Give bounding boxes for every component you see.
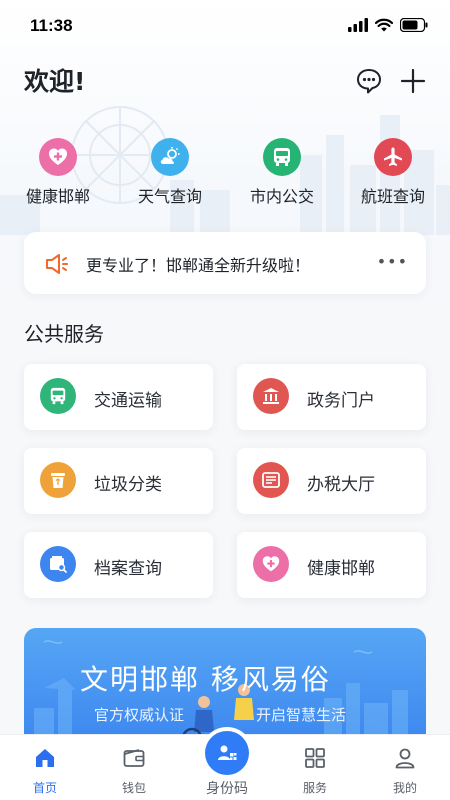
id-code-icon [205,731,249,775]
tab-label: 服务 [302,781,327,795]
wallet-icon [99,743,169,773]
government-building-icon [253,378,289,414]
tab-label: 我的 [392,781,417,795]
quick-item-label: 航班查询 [360,187,425,206]
profile-icon [370,743,440,773]
weather-icon [151,138,189,176]
tab-id-code[interactable]: 身份码 [192,731,262,798]
quick-item-health[interactable]: 健康邯郸 [8,138,108,207]
tab-home[interactable]: 首页 [10,743,80,796]
service-card-label: 交通运输 [94,391,162,411]
speaker-icon [44,252,72,280]
bus-icon [263,138,301,176]
status-time: 11:38 [30,16,73,35]
trash-bin-icon [40,462,76,498]
announcement-text: 更专业了！邯郸通全新升级啦！ [86,256,311,275]
chat-bubble-icon [357,69,381,94]
service-card-tax[interactable]: 办税大厅 [237,448,426,514]
tab-wallet[interactable]: 钱包 [99,743,169,796]
service-card-label: 办税大厅 [307,475,375,495]
quick-item-label: 市内公交 [249,187,314,206]
service-card-transport[interactable]: 交通运输 [24,364,213,430]
health-cross-icon [39,138,77,176]
battery-icon [400,18,428,32]
plus-icon [400,68,426,94]
more-options-button[interactable]: ••• [377,252,408,271]
bottom-tab-bar: 首页 钱包 身份码 服务 我的 [0,731,450,800]
message-button[interactable] [354,66,384,96]
quick-item-weather[interactable]: 天气查询 [120,138,220,207]
wifi-icon [375,18,393,32]
home-icon [10,743,80,773]
status-bar: 11:38 [0,0,450,52]
status-icons [348,18,428,32]
section-title: 公共服务 [24,322,104,346]
quick-item-label: 健康邯郸 [25,187,90,206]
banner-subtitle-left: 官方权威认证 [94,706,185,724]
service-card-label: 档案查询 [94,559,162,579]
quick-item-flight[interactable]: 航班查询 [343,138,443,207]
service-card-label: 政务门户 [307,391,375,411]
app-screen: 11:38 欢迎! 健康邯郸 天气查询 市内公交 航班查询 更专业了！邯郸通全新… [0,0,450,800]
service-card-government[interactable]: 政务门户 [237,364,426,430]
tab-services[interactable]: 服务 [280,743,350,796]
service-card-label: 健康邯郸 [307,559,375,579]
airplane-icon [374,138,412,176]
banner-subtitle-right: 开启智慧生活 [256,706,347,724]
tab-label: 钱包 [121,781,146,795]
tab-label: 身份码 [206,781,248,797]
tax-icon [253,462,289,498]
announcement-banner[interactable]: 更专业了！邯郸通全新升级啦！ ••• [24,232,426,294]
tab-label: 首页 [32,781,57,795]
quick-services: 健康邯郸 天气查询 市内公交 航班查询 [0,138,450,208]
service-card-health[interactable]: 健康邯郸 [237,532,426,598]
tab-profile[interactable]: 我的 [370,743,440,796]
quick-item-label: 天气查询 [137,187,202,206]
signal-icon [348,18,368,32]
add-button[interactable] [398,66,428,96]
health-cross-icon [253,546,289,582]
grid-icon [280,743,350,773]
quick-item-bus[interactable]: 市内公交 [232,138,332,207]
service-card-label: 垃圾分类 [94,475,162,495]
banner-title: 文明邯郸 移风易俗 [80,663,331,696]
page-title: 欢迎! [24,67,86,96]
archive-search-icon [40,546,76,582]
service-card-garbage[interactable]: 垃圾分类 [24,448,213,514]
promo-banner[interactable]: 文明邯郸 移风易俗 官方权威认证 开启智慧生活 [24,628,426,748]
bus-icon [40,378,76,414]
service-card-archive[interactable]: 档案查询 [24,532,213,598]
